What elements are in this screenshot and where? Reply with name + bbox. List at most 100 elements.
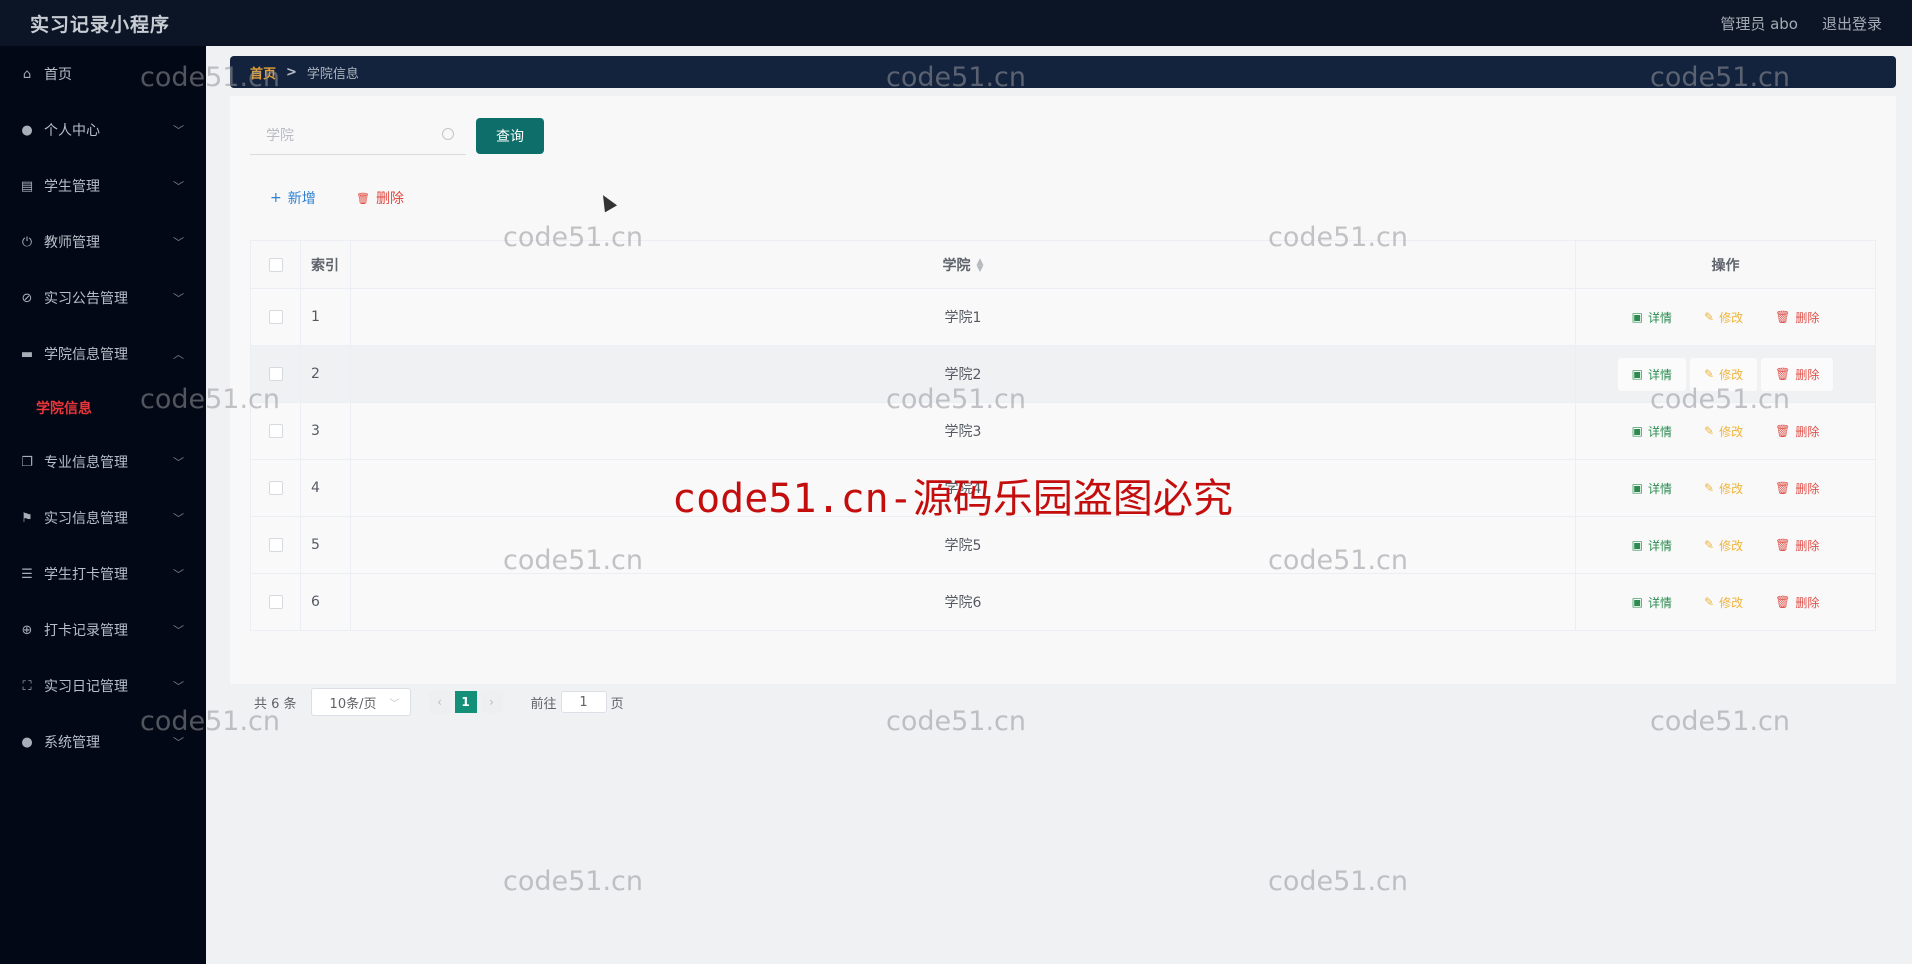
sidebar-item[interactable]: ⏻ 教师管理 ﹀	[0, 214, 206, 270]
sidebar-item-label: 实习信息管理	[44, 511, 128, 527]
delete-button[interactable]: 🗑 删除	[1761, 529, 1833, 562]
detail-button[interactable]: ▣ 详情	[1618, 415, 1686, 448]
sidebar-item-label: 系统管理	[44, 735, 100, 751]
edit-button[interactable]: ✎ 修改	[1690, 586, 1757, 619]
trash-icon: 🗑	[1775, 424, 1791, 438]
detail-button[interactable]: ▣ 详情	[1617, 357, 1687, 391]
edit-button[interactable]: ✎ 修改	[1690, 415, 1757, 448]
table-row: 6 学院6 ▣ 详情 ✎ 修改 🗑 删除	[250, 573, 1876, 631]
detail-label: 详情	[1648, 424, 1673, 439]
document-icon: ▣	[1631, 424, 1643, 438]
edit-label: 修改	[1719, 424, 1744, 439]
column-header-college[interactable]: 学院 ▲ ▼	[350, 240, 1576, 289]
compass-icon: ⊘	[21, 290, 33, 306]
sidebar-item[interactable]: ⛶ 实习日记管理 ﹀	[0, 658, 206, 714]
chevron-down-icon: ﹀	[173, 680, 184, 693]
delete-label: 删除	[1795, 538, 1820, 553]
row-checkbox[interactable]	[268, 538, 283, 552]
row-index: 3	[300, 402, 351, 460]
breadcrumb-current: 学院信息	[306, 66, 359, 82]
pencil-icon: ✎	[1704, 538, 1715, 552]
goto-label: 前往	[530, 696, 557, 712]
goto-page-input[interactable]	[560, 691, 607, 713]
college-table: 索引 学院 ▲ ▼ 操作 1 学院1 ▣ 详情 ✎ 修改 🗑 删除 2 学院2 ▣ 详情 ✎ 修改 🗑 删除 3 学院…	[250, 240, 1876, 631]
delete-button[interactable]: 🗑 删除	[1761, 415, 1833, 448]
row-checkbox[interactable]	[268, 481, 283, 495]
detail-button[interactable]: ▣ 详情	[1618, 472, 1686, 505]
detail-button[interactable]: ▣ 详情	[1618, 301, 1686, 334]
row-select-cell	[250, 345, 301, 403]
clipboard-icon: ▤	[20, 178, 34, 194]
sidebar-item[interactable]: ● 系统管理 ﹀	[0, 714, 206, 770]
search-field	[250, 118, 466, 155]
row-select-cell	[250, 573, 301, 631]
delete-button[interactable]: 🗑 删除	[1761, 357, 1834, 391]
page-size-select[interactable]: 10条/页 ﹀	[310, 688, 411, 716]
sidebar-item[interactable]: ❐ 专业信息管理 ﹀	[0, 434, 206, 490]
sidebar: ⌂ 首页 ● 个人中心 ﹀ ▤ 学生管理 ﹀ ⏻ 教师管理 ﹀ ⊘ 实习公告管理 ﹀ ▬ 学院信息管理 ︿ 学院信…	[0, 46, 206, 964]
sidebar-item[interactable]: ⊕ 打卡记录管理 ﹀	[0, 602, 206, 658]
row-actions: ▣ 详情 ✎ 修改 🗑 删除	[1575, 459, 1876, 517]
admin-user-label[interactable]: 管理员 abo	[1720, 13, 1798, 34]
breadcrumb-home[interactable]: 首页	[250, 63, 276, 82]
select-all-checkbox[interactable]	[268, 257, 283, 272]
sidebar-item-label: 专业信息管理	[44, 455, 128, 471]
detail-label: 详情	[1648, 481, 1673, 496]
sidebar-item-label: 打卡记录管理	[44, 623, 128, 639]
row-checkbox[interactable]	[268, 424, 283, 438]
row-checkbox[interactable]	[268, 595, 283, 609]
sidebar-subitem-college-info[interactable]: 学院信息	[0, 382, 206, 434]
sort-icon[interactable]: ▲ ▼	[977, 257, 984, 273]
row-select-cell	[250, 459, 301, 517]
detail-label: 详情	[1648, 538, 1673, 553]
delete-button[interactable]: 🗑 删除	[1761, 586, 1833, 619]
row-index: 5	[300, 516, 351, 574]
delete-button[interactable]: 🗑 删除	[1761, 301, 1833, 334]
sidebar-item[interactable]: ☰ 学生打卡管理 ﹀	[0, 546, 206, 602]
add-button[interactable]: + 新增	[270, 188, 316, 208]
page-number-current[interactable]: 1	[454, 691, 477, 713]
row-select-cell	[250, 402, 301, 460]
edit-button[interactable]: ✎ 修改	[1690, 472, 1757, 505]
edit-button[interactable]: ✎ 修改	[1690, 529, 1757, 562]
edit-button[interactable]: ✎ 修改	[1690, 301, 1757, 334]
detail-button[interactable]: ▣ 详情	[1618, 586, 1686, 619]
sidebar-item-label: 实习公告管理	[44, 291, 128, 307]
sidebar-item[interactable]: ⊘ 实习公告管理 ﹀	[0, 270, 206, 326]
detail-button[interactable]: ▣ 详情	[1618, 529, 1686, 562]
edit-button[interactable]: ✎ 修改	[1690, 357, 1758, 391]
row-checkbox[interactable]	[268, 367, 283, 381]
next-page-button[interactable]: ›	[480, 691, 503, 713]
pencil-icon: ✎	[1704, 367, 1715, 381]
sidebar-item[interactable]: ⚑ 实习信息管理 ﹀	[0, 490, 206, 546]
monitor-icon: ▬	[20, 346, 34, 362]
sidebar-item[interactable]: ⌂ 首页	[0, 46, 206, 102]
query-button[interactable]: 查询	[476, 118, 544, 154]
delete-button[interactable]: 🗑 删除	[1761, 472, 1833, 505]
sidebar-item[interactable]: ▬ 学院信息管理 ︿	[0, 326, 206, 382]
page-suffix: 页	[610, 696, 624, 712]
chevron-down-icon: ﹀	[173, 624, 184, 637]
logout-link[interactable]: 退出登录	[1822, 13, 1882, 34]
trash-icon: 🗑	[356, 191, 370, 205]
batch-delete-button[interactable]: 🗑 删除	[356, 188, 404, 208]
sidebar-item-label: 学生打卡管理	[44, 567, 128, 583]
row-checkbox[interactable]	[268, 310, 283, 324]
table-row: 2 学院2 ▣ 详情 ✎ 修改 🗑 删除	[250, 345, 1876, 403]
pencil-icon: ✎	[1704, 595, 1715, 609]
user-icon: ●	[21, 734, 33, 750]
table-header-row: 索引 学院 ▲ ▼ 操作	[250, 240, 1876, 289]
breadcrumb-separator: >	[286, 64, 297, 80]
chevron-down-icon: ﹀	[173, 736, 184, 749]
sidebar-item-label: 实习日记管理	[44, 679, 128, 695]
pagination: 共 6 条 10条/页 ﹀ ‹ 1 › 前往 页	[254, 688, 624, 716]
home-icon: ⌂	[22, 66, 32, 82]
trash-icon: 🗑	[1775, 481, 1791, 495]
college-search-input[interactable]	[266, 128, 436, 144]
row-index: 4	[300, 459, 351, 517]
sidebar-item[interactable]: ● 个人中心 ﹀	[0, 102, 206, 158]
row-actions: ▣ 详情 ✎ 修改 🗑 删除	[1575, 402, 1876, 460]
sidebar-item[interactable]: ▤ 学生管理 ﹀	[0, 158, 206, 214]
detail-label: 详情	[1648, 595, 1673, 610]
prev-page-button[interactable]: ‹	[428, 691, 451, 713]
